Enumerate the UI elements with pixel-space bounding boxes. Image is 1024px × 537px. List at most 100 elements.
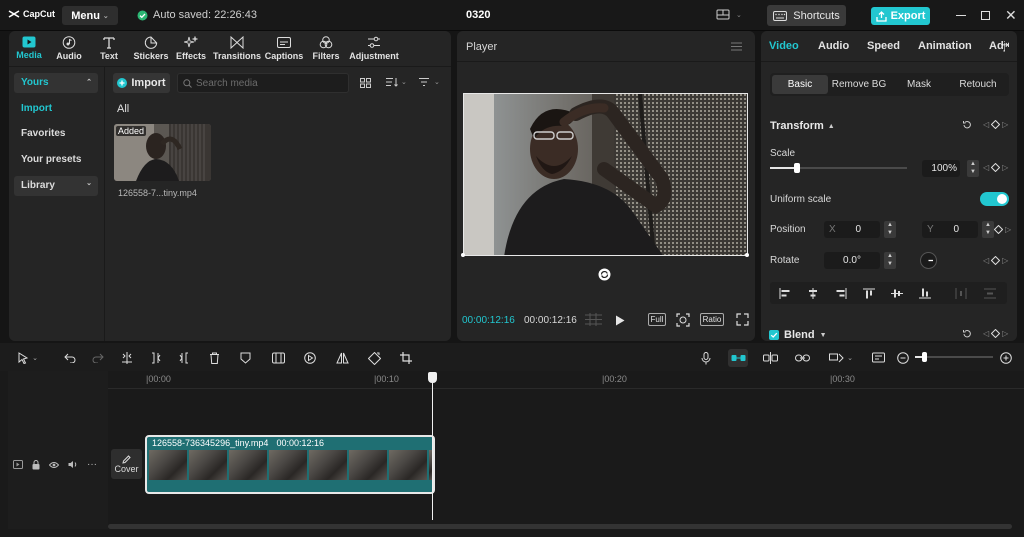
play-icon[interactable]: [615, 315, 625, 326]
mirror-icon[interactable]: [334, 350, 350, 366]
tab-animation[interactable]: Animation: [918, 40, 972, 52]
rotate-keyframe-icon[interactable]: ◁ ▷: [983, 256, 1008, 265]
zoom-out-icon[interactable]: [895, 350, 911, 366]
more-icon[interactable]: ···: [87, 459, 97, 470]
next-keyframe-icon[interactable]: ▷: [1002, 256, 1008, 265]
rotate-field[interactable]: 0.0°: [824, 252, 880, 269]
blend-keyframe-icon[interactable]: ◁ ▷: [983, 329, 1008, 338]
sidebar-item-favorites[interactable]: Favorites: [14, 124, 98, 144]
align-center-h-icon[interactable]: [804, 287, 822, 299]
layout-button[interactable]: ⌄: [716, 9, 742, 20]
full-button[interactable]: Full: [648, 313, 666, 326]
close-icon[interactable]: ✕: [1005, 8, 1017, 22]
main-track-magnet-icon[interactable]: [728, 349, 748, 367]
rotate-handle-icon[interactable]: [598, 268, 611, 281]
timeline-grid-icon[interactable]: [585, 313, 602, 326]
search-media-field[interactable]: Search media: [177, 73, 349, 93]
position-x-stepper[interactable]: ▲ ▼: [884, 221, 896, 238]
next-keyframe-icon[interactable]: ▷: [1002, 329, 1008, 338]
filter-all-label[interactable]: All: [117, 103, 129, 115]
tab-speed[interactable]: Speed: [867, 40, 900, 52]
shortcuts-button[interactable]: Shortcuts: [767, 5, 846, 26]
prev-keyframe-icon[interactable]: ◁: [983, 163, 989, 172]
redo-icon[interactable]: [90, 350, 106, 366]
maximize-icon[interactable]: [981, 11, 990, 20]
filter-icon[interactable]: ⌄: [419, 77, 440, 87]
reset-transform-icon[interactable]: [962, 120, 972, 130]
focus-icon[interactable]: [676, 313, 690, 327]
trim-left-icon[interactable]: [148, 350, 164, 366]
undo-icon[interactable]: [62, 350, 78, 366]
auto-snap-icon[interactable]: [762, 350, 778, 366]
video-preview[interactable]: [463, 93, 748, 256]
prev-keyframe-icon[interactable]: ◁: [983, 120, 989, 129]
tool-media[interactable]: Media: [7, 36, 51, 64]
subtab-retouch[interactable]: Retouch: [950, 75, 1006, 94]
align-top-icon[interactable]: [860, 287, 878, 299]
tool-stickers[interactable]: Stickers: [129, 36, 173, 64]
tool-captions[interactable]: Captions: [262, 36, 306, 64]
position-x-field[interactable]: X 0: [824, 221, 880, 238]
preview-axis-icon[interactable]: ⌄: [826, 350, 856, 366]
zoom-slider-thumb[interactable]: [922, 352, 927, 362]
freeze-frame-icon[interactable]: [270, 350, 286, 366]
prev-keyframe-icon[interactable]: ◁: [983, 329, 989, 338]
tool-transitions[interactable]: Transitions: [213, 36, 261, 64]
rotate-dial-icon[interactable]: [920, 252, 937, 269]
marker-icon[interactable]: [237, 350, 253, 366]
position-y-field[interactable]: Y 0: [922, 221, 978, 238]
preview-handle-bl[interactable]: [461, 253, 465, 257]
next-keyframe-icon[interactable]: ▷: [1002, 120, 1008, 129]
next-keyframe-icon[interactable]: ▷: [1002, 163, 1008, 172]
scale-slider[interactable]: [770, 163, 907, 173]
select-tool-icon[interactable]: ⌄: [14, 350, 42, 366]
rotate-stepper[interactable]: ▲ ▼: [884, 252, 896, 269]
ratio-button[interactable]: Ratio: [700, 313, 724, 326]
playhead-line[interactable]: [432, 378, 433, 520]
scale-slider-thumb[interactable]: [794, 163, 801, 173]
align-left-icon[interactable]: [776, 287, 794, 299]
sort-icon[interactable]: ⌄: [386, 77, 407, 87]
minimize-icon[interactable]: [956, 15, 966, 16]
sidebar-item-yours[interactable]: Yours ⌃: [14, 73, 98, 93]
scale-stepper[interactable]: ▲ ▼: [967, 160, 979, 177]
position-keyframe-icon[interactable]: ▷: [994, 225, 1011, 234]
tool-filters[interactable]: Filters: [304, 36, 348, 64]
reset-blend-icon[interactable]: [962, 329, 972, 339]
tab-audio[interactable]: Audio: [818, 40, 849, 52]
scale-value-field[interactable]: 100%: [922, 160, 960, 177]
tool-audio[interactable]: Audio: [47, 36, 91, 64]
grid-view-icon[interactable]: [360, 78, 371, 88]
split-icon[interactable]: [119, 350, 135, 366]
align-bottom-icon[interactable]: [916, 287, 934, 299]
playhead-handle[interactable]: [428, 372, 437, 383]
sidebar-item-import[interactable]: Import: [14, 99, 98, 119]
blend-section-header[interactable]: Blend ▼: [769, 329, 827, 341]
cover-button[interactable]: Cover: [111, 449, 142, 479]
rotate-clip-icon[interactable]: [366, 350, 382, 366]
sidebar-item-library[interactable]: Library ⌄: [14, 176, 98, 196]
prev-keyframe-icon[interactable]: ◁: [983, 256, 989, 265]
delete-icon[interactable]: [206, 350, 222, 366]
subtab-remove-bg[interactable]: Remove BG: [830, 75, 888, 94]
subtab-mask[interactable]: Mask: [892, 75, 946, 94]
menu-button[interactable]: Menu ⌄: [62, 6, 118, 25]
next-keyframe-icon[interactable]: ▷: [1005, 225, 1011, 234]
position-y-stepper[interactable]: ▲ ▼: [982, 221, 994, 238]
align-center-v-icon[interactable]: [888, 287, 906, 299]
align-right-icon[interactable]: [832, 287, 850, 299]
uniform-scale-toggle[interactable]: [980, 192, 1009, 206]
trim-right-icon[interactable]: [176, 350, 192, 366]
sidebar-item-your-presets[interactable]: Your presets: [14, 150, 98, 170]
tool-text[interactable]: Text: [87, 36, 131, 64]
tool-effects[interactable]: Effects: [169, 36, 213, 64]
import-button[interactable]: Import: [113, 73, 170, 93]
tool-adjustment[interactable]: Adjustment: [348, 36, 400, 64]
transform-keyframe-icon[interactable]: ◁ ▷: [983, 120, 1008, 129]
reverse-icon[interactable]: [302, 350, 318, 366]
transform-section-header[interactable]: Transform ▲: [770, 120, 835, 132]
player-menu-icon[interactable]: [731, 42, 742, 51]
preview-handle-br[interactable]: [745, 253, 749, 257]
media-clip-thumbnail[interactable]: Added: [114, 124, 211, 181]
scale-keyframe-icon[interactable]: ◁ ▷: [983, 163, 1008, 172]
